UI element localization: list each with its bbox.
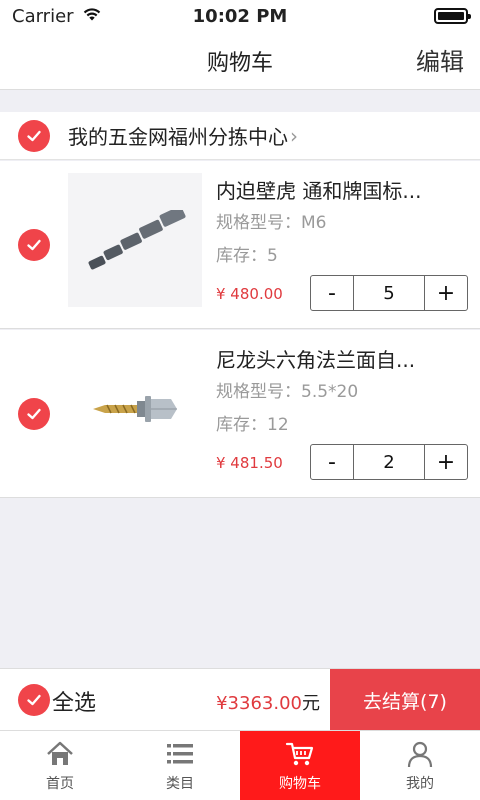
navigation-bar: 购物车 编辑 [0, 32, 480, 90]
list-icon [167, 744, 193, 764]
item-checkbox[interactable] [18, 229, 50, 261]
quantity-stepper: - 2 + [310, 444, 468, 480]
cart-icon [285, 742, 314, 766]
cart-item: 尼龙头六角法兰面自... 规格型号：5.5*20 库存：12 ¥ 481.50 … [0, 330, 480, 498]
item-stock: 库存：5 [216, 246, 278, 266]
item-title[interactable]: 内迫壁虎 通和牌国标... [216, 175, 466, 204]
store-checkbox[interactable] [18, 119, 50, 152]
item-title[interactable]: 尼龙头六角法兰面自... [216, 344, 466, 373]
select-all-label[interactable]: 全选 [52, 685, 96, 717]
item-checkbox[interactable] [18, 398, 50, 430]
item-spec: 规格型号：5.5*20 [216, 382, 359, 402]
checkmark-icon [27, 694, 41, 706]
home-icon [47, 741, 73, 765]
total-price: ¥3363.00元 [216, 689, 320, 715]
tab-category[interactable]: 类目 [120, 731, 240, 800]
wifi-icon [82, 6, 102, 27]
item-spec: 规格型号：M6 [216, 213, 327, 233]
decrement-button[interactable]: - [311, 276, 353, 310]
tab-label: 类目 [166, 776, 194, 792]
increment-button[interactable]: + [425, 445, 467, 479]
checkout-button[interactable]: 去结算(7) [330, 669, 480, 731]
increment-button[interactable]: + [425, 276, 467, 310]
chevron-right-icon[interactable]: › [290, 124, 298, 148]
edit-button[interactable]: 编辑 [416, 42, 464, 77]
checkmark-icon [27, 130, 41, 141]
user-icon [407, 741, 433, 768]
hex-flange-screw-image [93, 396, 177, 422]
page-title: 购物车 [206, 50, 273, 76]
select-all-checkbox[interactable] [18, 684, 50, 716]
status-left: Carrier [12, 6, 102, 27]
tab-bar: 首页 类目 购物车 我的 [0, 730, 480, 800]
tab-mine[interactable]: 我的 [360, 731, 480, 800]
quantity-stepper: - 5 + [310, 275, 468, 311]
total-unit: 元 [302, 693, 320, 714]
battery-icon [434, 8, 471, 24]
store-name[interactable]: 我的五金网福州分拣中心 [68, 121, 288, 150]
tab-label: 购物车 [279, 776, 321, 792]
quantity-input[interactable]: 5 [353, 276, 425, 310]
tab-cart[interactable]: 购物车 [240, 731, 360, 800]
total-amount: ¥3363.00 [216, 693, 302, 714]
carrier-label: Carrier [12, 5, 74, 27]
checkmark-icon [27, 408, 41, 420]
item-price: ¥ 481.50 [216, 454, 283, 472]
decrement-button[interactable]: - [311, 445, 353, 479]
product-image-anchors[interactable] [68, 173, 202, 307]
checkout-bar: 全选 ¥3363.00元 去结算(7) [0, 668, 480, 731]
tab-label: 我的 [406, 776, 434, 792]
product-image-screw[interactable] [68, 342, 202, 476]
checkmark-icon [27, 239, 41, 251]
anchor-bolts-image [88, 210, 186, 270]
tab-home[interactable]: 首页 [0, 731, 120, 800]
tab-label: 首页 [46, 776, 74, 792]
item-stock: 库存：12 [216, 415, 289, 435]
store-header[interactable]: 我的五金网福州分拣中心 › [0, 112, 480, 160]
status-bar: Carrier 10:02 PM [0, 0, 480, 32]
cart-item: 内迫壁虎 通和牌国标... 规格型号：M6 库存：5 ¥ 480.00 - 5 … [0, 161, 480, 329]
item-price: ¥ 480.00 [216, 285, 283, 303]
quantity-input[interactable]: 2 [353, 445, 425, 479]
